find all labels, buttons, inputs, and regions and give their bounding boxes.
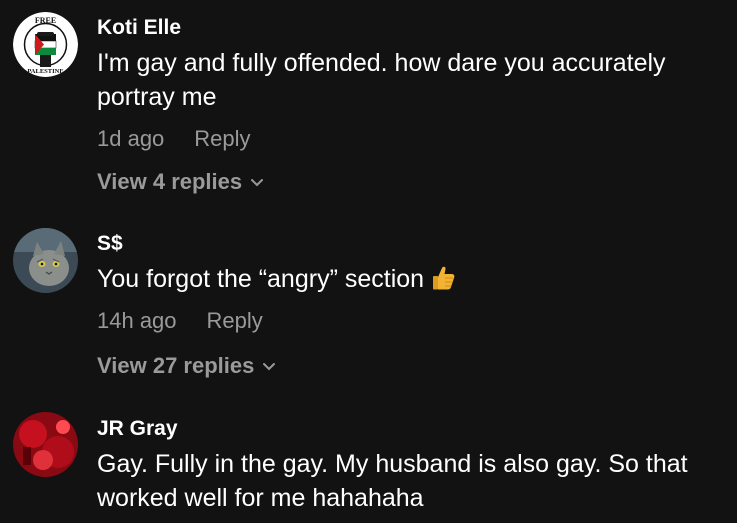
comment-username[interactable]: JR Gray	[97, 417, 178, 441]
chevron-down-icon	[251, 179, 264, 187]
avatar-text-bottom: PALESTINE	[27, 68, 63, 75]
comment-text: I'm gay and fully offended. how dare you…	[97, 49, 666, 111]
reply-button[interactable]: Reply	[194, 126, 250, 151]
comment-meta: 14h ago Reply	[97, 308, 263, 334]
avatar[interactable]	[13, 412, 78, 477]
avatar-text-top: FREE	[35, 16, 56, 25]
red-photo-avatar-icon	[13, 412, 78, 477]
view-replies-label: View 4 replies	[97, 169, 243, 194]
comment-text-content: You forgot the “angry” section	[97, 265, 425, 293]
comment-meta: 1d ago Reply	[97, 126, 251, 152]
avatar[interactable]	[13, 228, 78, 293]
comment-text: Gay. Fully in the gay. My husband is als…	[97, 450, 688, 512]
view-replies-label: View 27 replies	[97, 353, 255, 378]
comment-username[interactable]: S$	[97, 232, 123, 256]
avatar[interactable]: FREE PALESTINE	[13, 12, 78, 77]
comment-username[interactable]: Koti Elle	[97, 16, 181, 40]
chevron-down-icon	[263, 363, 276, 371]
free-palestine-fist-icon: FREE PALESTINE	[13, 12, 78, 77]
thumbs-up-icon	[433, 266, 455, 290]
view-replies-button[interactable]: View 27 replies	[97, 353, 276, 379]
comment-text: You forgot the “angry” section	[97, 262, 727, 296]
comment-time: 1d ago	[97, 126, 165, 151]
comment-time: 14h ago	[97, 308, 177, 333]
reply-button[interactable]: Reply	[207, 308, 263, 333]
cat-avatar-icon	[13, 228, 78, 293]
view-replies-button[interactable]: View 4 replies	[97, 169, 264, 195]
